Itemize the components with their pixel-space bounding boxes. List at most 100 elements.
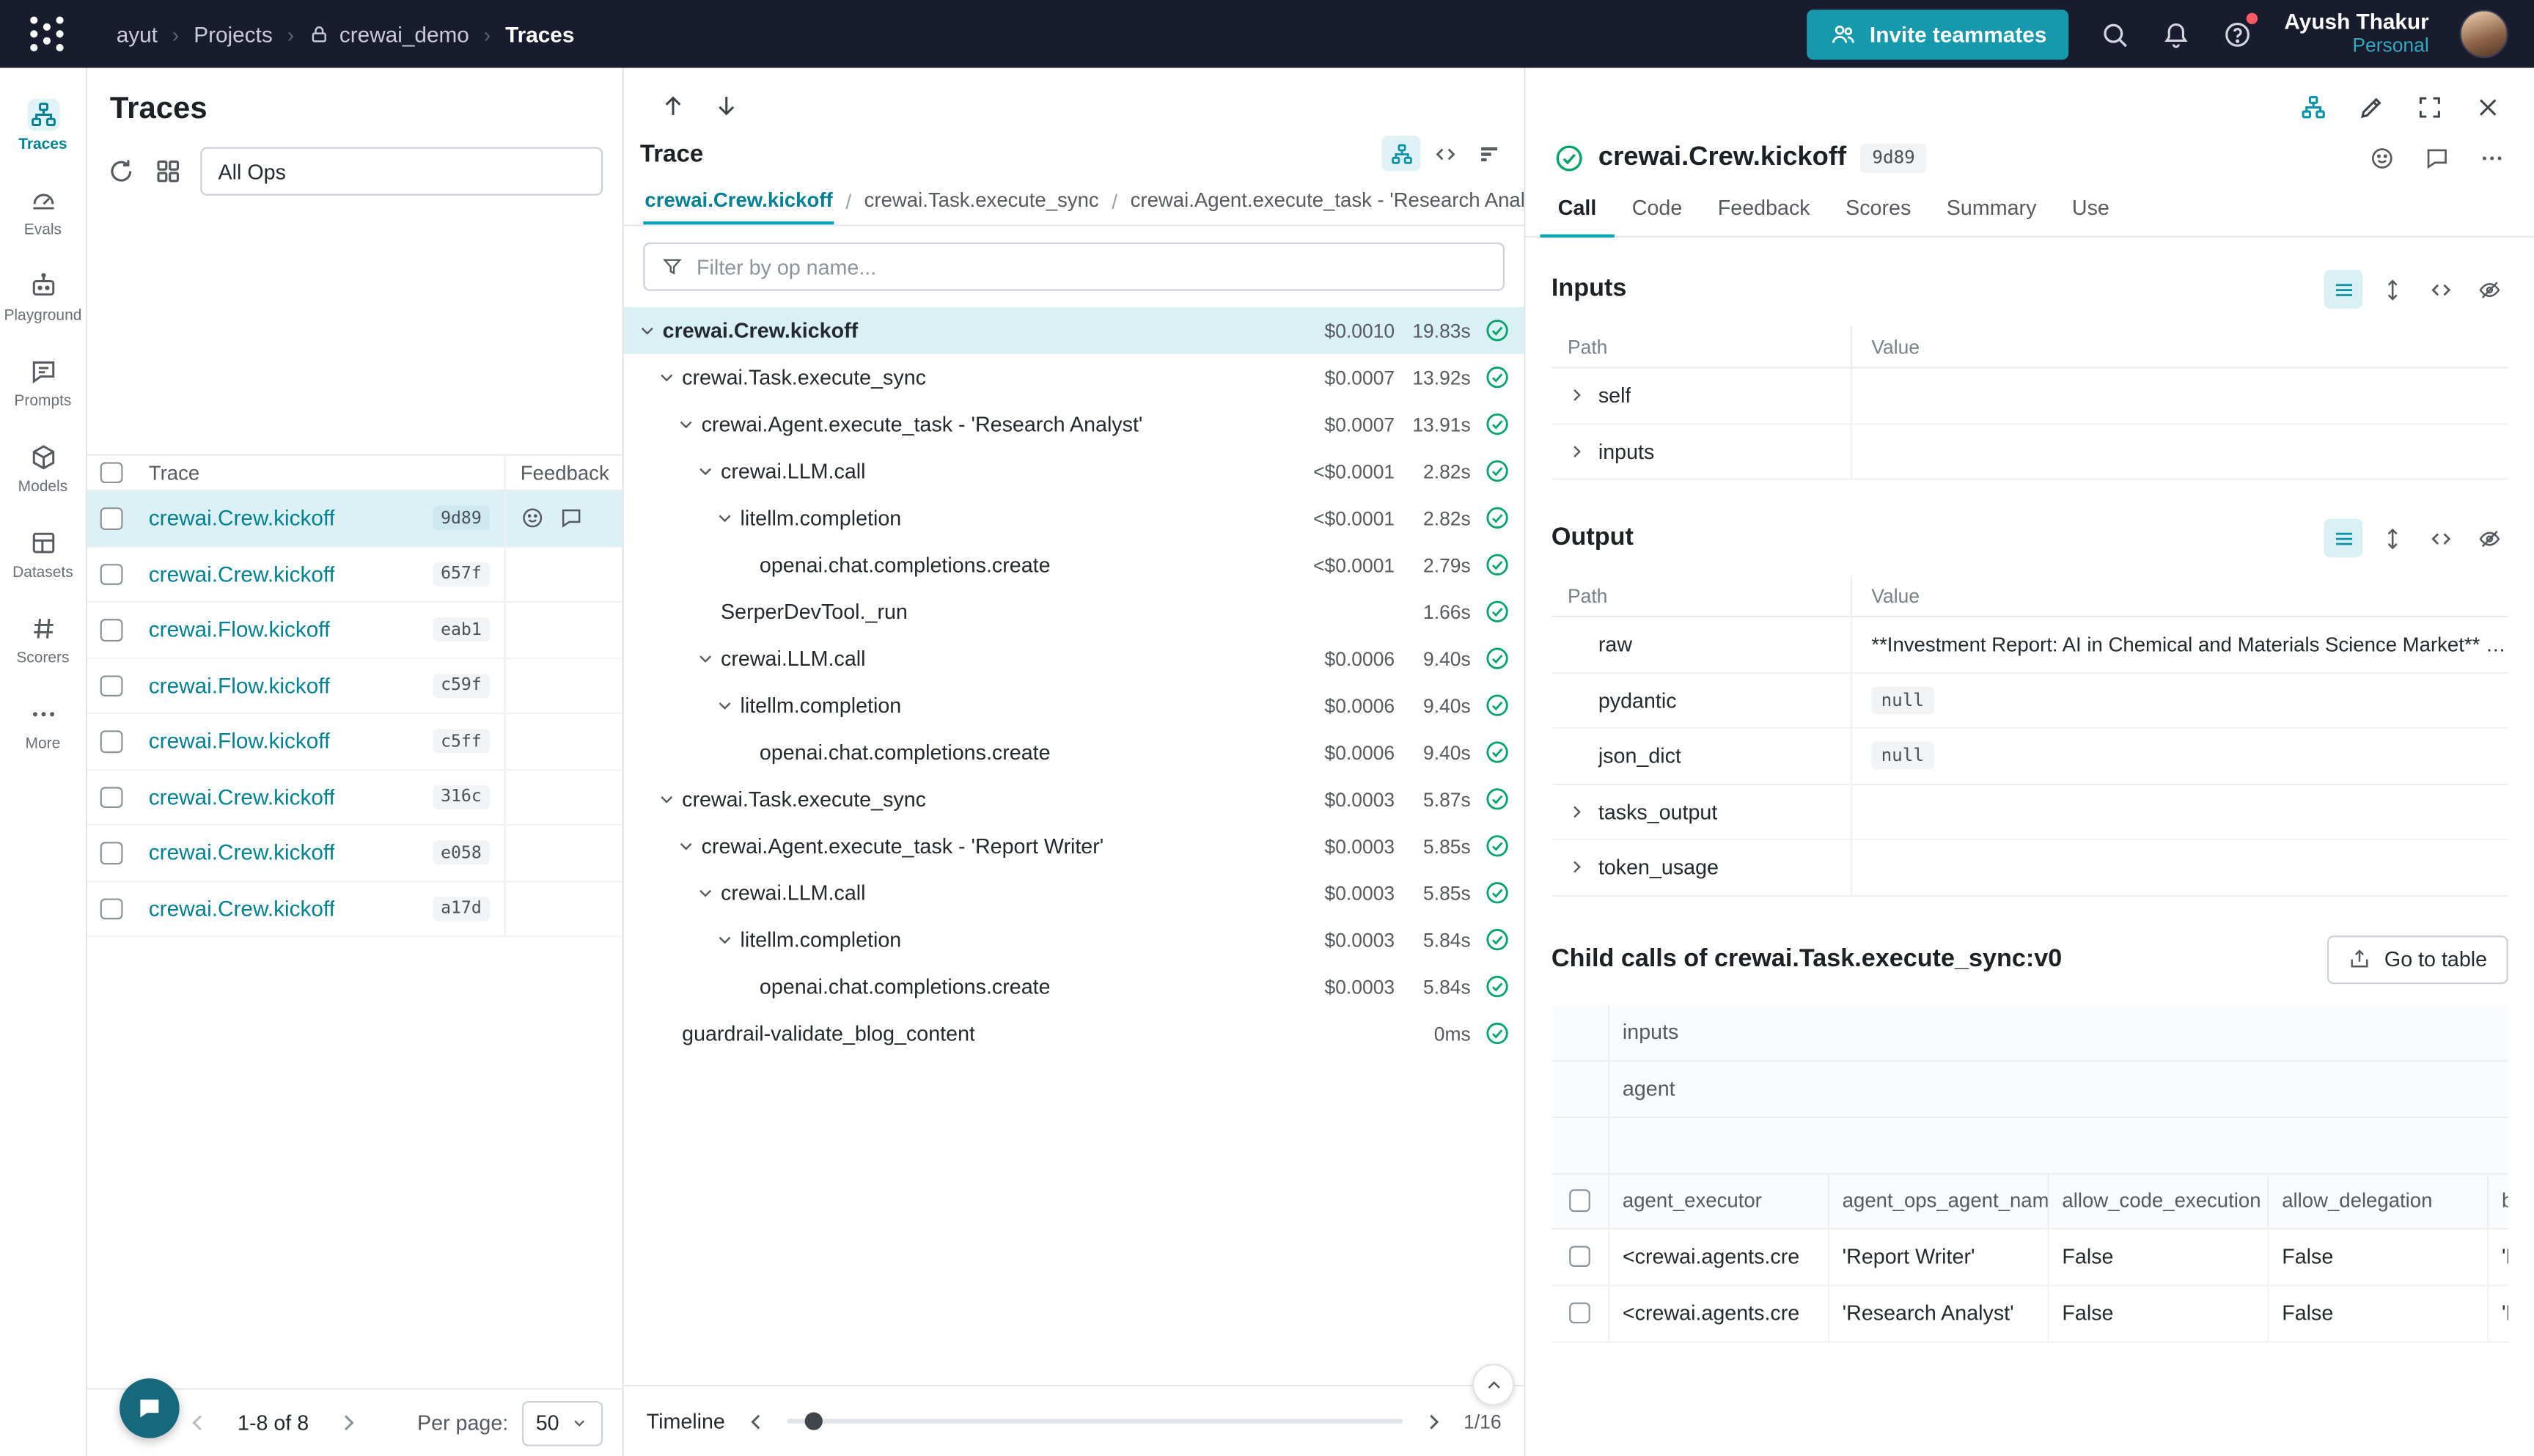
add-emoji-icon[interactable] (2369, 144, 2395, 170)
sidebar-item-playground[interactable]: Playground (2, 262, 83, 333)
sidebar-item-prompts[interactable]: Prompts (2, 348, 83, 419)
chevron-down-icon[interactable] (658, 369, 682, 386)
chevron-right-icon[interactable] (1568, 803, 1598, 820)
table-row[interactable]: crewai.Crew.kickoff a17d (87, 881, 623, 937)
chevron-down-icon[interactable] (639, 322, 663, 339)
trace-link[interactable]: crewai.Flow.kickoff (149, 618, 331, 642)
output-row[interactable]: json_dict null null (1551, 729, 2508, 784)
row-checkbox[interactable] (100, 842, 122, 864)
timeline-slider[interactable] (787, 1419, 1403, 1424)
close-icon[interactable] (2474, 94, 2501, 121)
trace-tree-row[interactable]: litellm.completion $0.0006 9.40s (624, 682, 1524, 729)
per-page-select[interactable]: 50 (521, 1400, 603, 1446)
chevron-down-icon[interactable] (716, 696, 740, 714)
trace-tree-row[interactable]: openai.chat.completions.create <$0.0001 … (624, 541, 1524, 588)
next-call-down-icon[interactable] (713, 92, 740, 120)
trace-link[interactable]: crewai.Crew.kickoff (149, 506, 335, 530)
op-filter-box[interactable] (643, 243, 1505, 291)
refresh-icon[interactable] (106, 157, 136, 186)
tree-view-icon[interactable] (1382, 136, 1421, 171)
breadcrumb-project[interactable]: crewai_demo (309, 22, 469, 46)
trace-tree-row[interactable]: crewai.LLM.call $0.0006 9.40s (624, 635, 1524, 682)
breadcrumb-projects[interactable]: Projects (194, 22, 273, 46)
trace-tree-row[interactable]: crewai.LLM.call <$0.0001 2.82s (624, 448, 1524, 495)
show-trace-tree-icon[interactable] (2299, 94, 2326, 121)
invite-teammates-button[interactable]: Invite teammates (1807, 9, 2069, 59)
search-icon[interactable] (2100, 18, 2131, 49)
select-all-checkbox[interactable] (1569, 1190, 1591, 1212)
group-header-label[interactable]: agent (1609, 1061, 1675, 1116)
trace-link[interactable]: crewai.Crew.kickoff (149, 562, 335, 586)
child-call-row[interactable]: <crewai.agents.cre 'Report Writer' False… (1551, 1229, 2508, 1285)
chevron-down-icon[interactable] (716, 931, 740, 949)
trace-link[interactable]: crewai.Flow.kickoff (149, 674, 331, 698)
table-row[interactable]: crewai.Crew.kickoff e058 (87, 826, 623, 881)
row-checkbox[interactable] (100, 786, 122, 808)
select-all-checkbox[interactable] (100, 462, 122, 484)
trace-tree-row[interactable]: crewai.Agent.execute_task - 'Report Writ… (624, 823, 1524, 869)
prev-call-up-icon[interactable] (659, 92, 686, 120)
timeline-prev-icon[interactable] (743, 1408, 768, 1434)
list-view-icon[interactable] (2324, 270, 2362, 309)
trace-tree-row[interactable]: litellm.completion $0.0003 5.84s (624, 916, 1524, 963)
inputs-row[interactable]: self (1551, 369, 2508, 424)
tab[interactable]: Feedback (1700, 181, 1828, 238)
column-header[interactable]: agent_ops_agent_name (1829, 1174, 2049, 1227)
inputs-row[interactable]: inputs (1551, 424, 2508, 480)
trace-breadcrumb-item[interactable]: crewai.Task.execute_sync (862, 183, 1100, 224)
trace-tree-row[interactable]: crewai.Task.execute_sync $0.0003 5.87s (624, 776, 1524, 823)
row-checkbox[interactable] (100, 730, 122, 752)
hide-values-eye-icon[interactable] (2469, 519, 2508, 558)
column-header[interactable]: agent_executor (1609, 1174, 1829, 1227)
chevron-down-icon[interactable] (677, 837, 702, 855)
table-row[interactable]: crewai.Flow.kickoff eab1 (87, 603, 623, 658)
trace-breadcrumb-item[interactable]: crewai.Agent.execute_task - 'Research An… (1128, 183, 1524, 224)
list-view-icon[interactable] (2324, 519, 2362, 558)
op-filter-input[interactable] (697, 254, 1487, 279)
code-view-icon[interactable] (1425, 136, 1464, 171)
sidebar-item-more[interactable]: More (2, 690, 83, 761)
notifications-bell-icon[interactable] (2162, 18, 2192, 49)
avatar[interactable] (2460, 10, 2508, 58)
trace-breadcrumb-item[interactable]: crewai.Crew.kickoff (643, 183, 834, 224)
trace-link[interactable]: crewai.Crew.kickoff (149, 897, 335, 921)
row-checkbox[interactable] (100, 674, 122, 696)
column-header[interactable]: allow_delegation (2269, 1174, 2489, 1227)
sidebar-item-evals[interactable]: Evals (2, 176, 83, 247)
trace-tree-row[interactable]: guardrail-validate_blog_content 0ms (624, 1010, 1524, 1057)
chevron-down-icon[interactable] (697, 462, 721, 479)
collapse-timeline-button[interactable] (1472, 1364, 1514, 1405)
tab[interactable]: Code (1615, 181, 1700, 238)
feedback-emoji-icon[interactable] (521, 506, 545, 530)
breadcrumb-traces[interactable]: Traces (505, 22, 574, 46)
timeline-slider-handle[interactable] (805, 1412, 823, 1430)
trace-tree-row[interactable]: SerperDevTool._run 1.66s (624, 588, 1524, 635)
trace-tree-row[interactable]: crewai.LLM.call $0.0003 5.85s (624, 869, 1524, 916)
output-row[interactable]: token_usage (1551, 840, 2508, 896)
expand-rows-icon[interactable] (2373, 519, 2412, 558)
output-row[interactable]: pydantic null null (1551, 673, 2508, 729)
table-row[interactable]: crewai.Crew.kickoff 9d89 (87, 491, 623, 547)
table-row[interactable]: crewai.Flow.kickoff c59f (87, 658, 623, 714)
chevron-down-icon[interactable] (697, 884, 721, 902)
user-menu[interactable]: Ayush Thakur Personal (2284, 10, 2428, 58)
add-comment-icon[interactable] (2424, 144, 2450, 170)
row-checkbox[interactable] (100, 897, 122, 919)
trace-tree-row[interactable]: litellm.completion <$0.0001 2.82s (624, 494, 1524, 541)
call-id-badge[interactable]: 9d89 (1861, 143, 1926, 172)
ops-filter-select[interactable]: All Ops (200, 147, 603, 196)
help-icon[interactable] (2223, 18, 2254, 49)
trace-tree-row[interactable]: crewai.Crew.kickoff $0.0010 19.83s (624, 307, 1524, 354)
wandb-logo-icon[interactable] (26, 13, 67, 55)
column-header-feedback[interactable]: Feedback (504, 456, 623, 490)
chevron-down-icon[interactable] (697, 650, 721, 667)
column-header-trace[interactable]: Trace (136, 461, 504, 484)
table-row[interactable]: crewai.Crew.kickoff 657f (87, 547, 623, 603)
columns-icon[interactable] (153, 157, 183, 186)
tab[interactable]: Use (2054, 181, 2127, 238)
sidebar-item-datasets[interactable]: Datasets (2, 519, 83, 590)
chevron-right-icon[interactable] (1568, 386, 1598, 404)
output-row[interactable]: raw **Investment Report: AI in Chemical … (1551, 617, 2508, 673)
row-checkbox[interactable] (100, 619, 122, 641)
pagination-prev-icon[interactable] (184, 1409, 211, 1436)
